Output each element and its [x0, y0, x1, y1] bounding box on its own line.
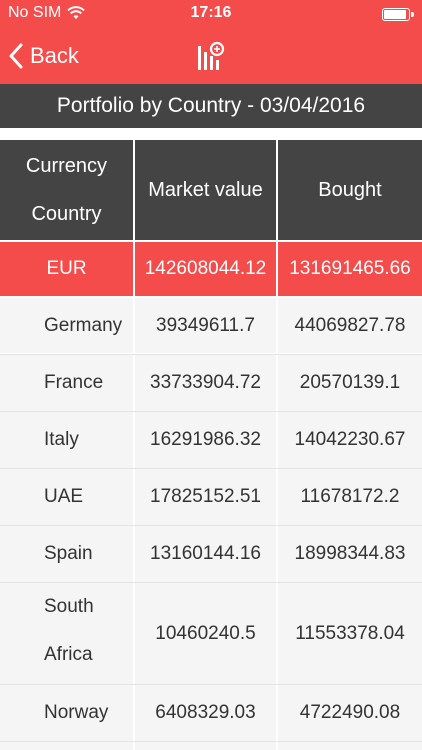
bought-cell: 18998344.83 [278, 526, 422, 582]
currency-bought-cell: 131691465.66 [278, 242, 422, 296]
market-value-cell [135, 742, 276, 750]
column-header-currency-country: Currency Country [0, 140, 133, 240]
bought-cell: 11678172.2 [278, 469, 422, 525]
bought-cell: 14042230.67 [278, 412, 422, 468]
market-value-cell: 6408329.03 [135, 685, 276, 741]
country-cell [0, 742, 133, 750]
status-time: 17:16 [190, 4, 232, 21]
table-row[interactable]: Italy 16291986.32 14042230.67 [0, 412, 422, 468]
page-title: Portfolio by Country - 03/04/2016 [0, 84, 422, 128]
bought-cell: 44069827.78 [278, 298, 422, 353]
market-value-cell: 16291986.32 [135, 412, 276, 468]
column-header-country: Country [31, 203, 102, 225]
bought-cell: 11553378.04 [278, 583, 422, 684]
country-cell: South Africa [0, 583, 133, 684]
currency-market-value-cell: 142608044.12 [135, 242, 276, 296]
chevron-left-icon [9, 43, 23, 69]
table-row[interactable]: South Africa 10460240.5 11553378.04 [0, 583, 422, 684]
bought-cell: 20570139.1 [278, 355, 422, 411]
table-row[interactable]: Norway 6408329.03 4722490.08 [0, 685, 422, 741]
table-row-partial[interactable] [0, 742, 422, 750]
country-cell: Spain [0, 526, 133, 582]
country-name-line-2: Africa [44, 644, 93, 665]
column-header-market-value: Market value [135, 140, 276, 240]
market-value-cell: 39349611.7 [135, 298, 276, 353]
currency-cell: EUR [0, 242, 133, 296]
portfolio-table: Currency Country Market value Bought EUR… [0, 128, 422, 750]
country-cell: France [0, 355, 133, 411]
back-label: Back [30, 43, 79, 68]
nav-bar: Back [0, 28, 422, 84]
market-value-cell: 33733904.72 [135, 355, 276, 411]
market-value-cell: 10460240.5 [135, 583, 276, 684]
table-row[interactable]: Germany 39349611.7 44069827.78 [0, 298, 422, 353]
column-header-currency: Currency [25, 155, 108, 177]
column-header-bought: Bought [278, 140, 422, 240]
back-button[interactable]: Back [8, 36, 79, 76]
table-row[interactable]: Spain 13160144.16 18998344.83 [0, 526, 422, 582]
country-cell: Germany [0, 298, 133, 353]
currency-row[interactable]: EUR 142608044.12 131691465.66 [0, 242, 422, 296]
market-value-cell: 13160144.16 [135, 526, 276, 582]
bought-cell [278, 742, 422, 750]
table-header-row: Currency Country Market value Bought [0, 140, 422, 240]
country-cell: Italy [0, 412, 133, 468]
bought-cell: 4722490.08 [278, 685, 422, 741]
country-cell: UAE [0, 469, 133, 525]
portfolio-chart-icon [198, 41, 225, 70]
table-row[interactable]: France 33733904.72 20570139.1 [0, 355, 422, 411]
market-value-cell: 17825152.51 [135, 469, 276, 525]
country-cell: Norway [0, 685, 133, 741]
table-row[interactable]: UAE 17825152.51 11678172.2 [0, 469, 422, 525]
status-bar: No SIM 17:16 [0, 0, 422, 28]
country-name-line-1: South [44, 596, 94, 617]
battery-icon [382, 8, 414, 21]
